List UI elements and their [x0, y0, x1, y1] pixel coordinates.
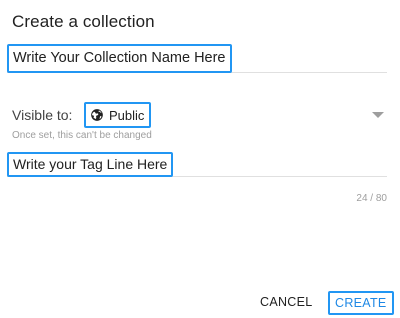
- dropdown-arrow-icon[interactable]: [372, 112, 384, 118]
- character-counter: 24 / 80: [356, 193, 387, 204]
- collection-name-field[interactable]: Write Your Collection Name Here: [7, 44, 387, 73]
- tagline-field[interactable]: Write your Tag Line Here: [7, 152, 387, 177]
- cancel-button[interactable]: CANCEL: [254, 292, 319, 312]
- globe-icon: [90, 108, 104, 122]
- create-collection-dialog: Create a collection Write Your Collectio…: [0, 0, 400, 318]
- collection-name-input[interactable]: Write Your Collection Name Here: [7, 44, 232, 73]
- tagline-input[interactable]: Write your Tag Line Here: [7, 152, 174, 177]
- visibility-value: Public: [109, 107, 145, 123]
- dialog-title: Create a collection: [12, 12, 155, 31]
- visibility-helper-text: Once set, this can't be changed: [12, 130, 152, 141]
- visibility-select[interactable]: Public: [84, 102, 152, 128]
- visibility-label: Visible to:: [12, 107, 73, 123]
- visibility-row: Visible to: Public: [12, 102, 388, 130]
- create-button[interactable]: CREATE: [328, 291, 394, 315]
